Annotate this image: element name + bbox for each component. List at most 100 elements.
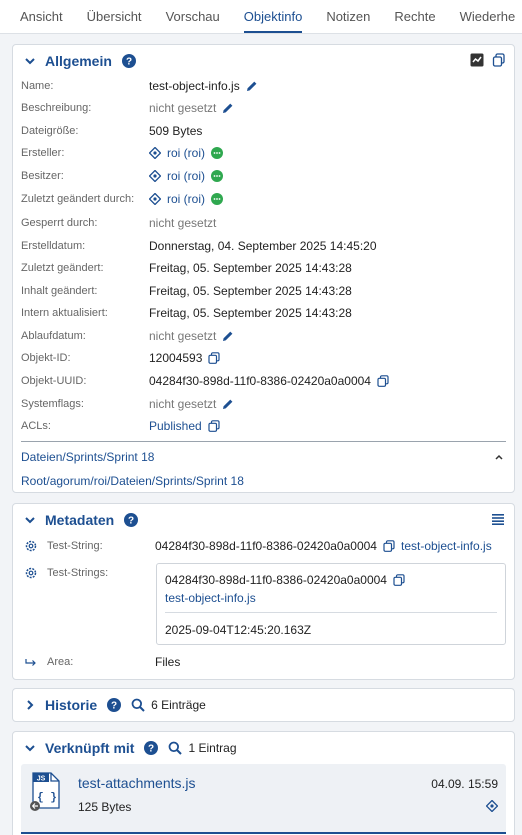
label-test-string: Test-String:	[47, 540, 103, 552]
file-icon: JS { }	[29, 772, 63, 812]
linked-item[interactable]: JS { } test-attachments.js 04.09. 15:59 …	[21, 764, 506, 834]
tab-rechte[interactable]: Rechte	[394, 9, 435, 33]
copy-icon[interactable]	[377, 375, 389, 387]
linked-panel: Verknüpft mit ? 1 Eintrag JS { } test-at…	[12, 731, 515, 835]
gear-icon	[25, 567, 37, 579]
breadcrumb-path: Dateien/Sprints/Sprint 18	[21, 450, 155, 464]
pencil-icon[interactable]	[222, 330, 234, 342]
label-area: Area:	[47, 656, 74, 668]
chevron-up-icon[interactable]	[493, 451, 505, 463]
tab-ansicht[interactable]: Ansicht	[20, 9, 63, 33]
test-strings-link[interactable]: test-object-info.js	[165, 591, 256, 605]
owner-text[interactable]: roi (roi)	[167, 169, 205, 183]
linked-item-name[interactable]: test-attachments.js	[78, 775, 196, 791]
svg-text:?: ?	[148, 744, 154, 755]
general-header: Allgemein ?	[13, 45, 514, 77]
chat-icon[interactable]	[211, 193, 223, 205]
test-string-link[interactable]: test-object-info.js	[401, 539, 492, 553]
search-icon[interactable]	[168, 741, 183, 755]
linked-item-date: 04.09. 15:59	[431, 777, 498, 791]
row-object-id: Objekt-ID: 12004593	[21, 347, 506, 369]
help-icon[interactable]: ?	[107, 698, 122, 712]
return-arrow-icon	[25, 656, 37, 668]
value-owner[interactable]: roi (roi)	[149, 169, 223, 183]
creator-text[interactable]: roi (roi)	[167, 146, 205, 160]
copy-icon[interactable]	[383, 540, 395, 552]
help-icon[interactable]: ?	[144, 741, 159, 755]
general-panel: Allgemein ? Name: test-object-info.js Be…	[12, 44, 515, 493]
copy-icon[interactable]	[492, 53, 506, 67]
label-object-id: Objekt-ID:	[21, 352, 71, 364]
history-count: 6 Einträge	[151, 698, 206, 712]
chevron-down-icon[interactable]	[23, 513, 37, 527]
path-segment[interactable]: Dateien	[110, 474, 151, 488]
copy-icon[interactable]	[208, 352, 220, 364]
history-header[interactable]: Historie ? 6 Einträge	[13, 689, 514, 721]
list-icon[interactable]	[492, 513, 504, 525]
svg-text:?: ?	[128, 516, 134, 527]
value-test-strings-date: 2025-09-04T12:45:20.163Z	[165, 623, 312, 637]
pencil-icon[interactable]	[222, 102, 234, 114]
path-segment[interactable]: Sprints	[155, 474, 192, 488]
metadata-row-test-string: Test-String: 04284f30-898d-11f0-8386-024…	[25, 538, 505, 554]
linked-header: Verknüpft mit ? 1 Eintrag	[13, 732, 514, 764]
pencil-icon[interactable]	[222, 398, 234, 410]
label-object-uuid: Objekt-UUID:	[21, 375, 87, 387]
tab-notizen[interactable]: Notizen	[326, 9, 370, 33]
user-link-icon[interactable]	[486, 800, 498, 812]
tab-uebersicht[interactable]: Übersicht	[87, 9, 142, 33]
row-owner: Besitzer: roi (roi)	[21, 165, 506, 187]
test-strings-value-row: 04284f30-898d-11f0-8386-02420a0a0004	[165, 573, 405, 587]
copy-icon[interactable]	[208, 420, 220, 432]
value-object-uuid: 04284f30-898d-11f0-8386-02420a0a0004	[149, 374, 389, 388]
path-segment[interactable]: Sprint 18	[106, 450, 154, 464]
metadata-title: Metadaten	[45, 512, 115, 528]
row-locked-by: Gesperrt durch: nicht gesetzt	[21, 212, 506, 234]
linked-count: 1 Eintrag	[188, 741, 237, 755]
value-expiry: nicht gesetzt	[149, 329, 234, 343]
chevron-down-icon[interactable]	[23, 741, 37, 755]
general-title: Allgemein	[45, 53, 112, 69]
pencil-icon[interactable]	[246, 80, 258, 92]
search-icon[interactable]	[131, 698, 145, 712]
chevron-down-icon[interactable]	[23, 54, 37, 68]
tab-bar: Ansicht Übersicht Vorschau Objektinfo No…	[0, 0, 522, 34]
path-segment[interactable]: Sprint 18	[196, 474, 244, 488]
tab-wiederherstellen[interactable]: Wiederhe	[460, 9, 516, 33]
acls-text[interactable]: Published	[149, 419, 202, 433]
tab-objektinfo[interactable]: Objektinfo	[243, 9, 302, 33]
label-content-modified: Inhalt geändert:	[21, 285, 98, 297]
value-name: test-object-info.js	[149, 79, 258, 93]
path-segment[interactable]: roi	[94, 474, 107, 488]
value-creator[interactable]: roi (roi)	[149, 146, 223, 160]
row-internal-updated: Intern aktualisiert: Freitag, 05. Septem…	[21, 302, 506, 324]
value-test-strings: 04284f30-898d-11f0-8386-02420a0a0004	[165, 573, 387, 587]
value-last-modified-by[interactable]: roi (roi)	[149, 192, 223, 206]
path-segment[interactable]: Dateien	[21, 450, 62, 464]
label-last-modified: Zuletzt geändert:	[21, 262, 104, 274]
chat-icon[interactable]	[211, 147, 223, 159]
tab-vorschau[interactable]: Vorschau	[166, 9, 220, 33]
svg-text:?: ?	[126, 57, 132, 68]
chevron-right-icon[interactable]	[23, 698, 37, 712]
last-modified-by-text[interactable]: roi (roi)	[167, 192, 205, 206]
linked-title: Verknüpft mit	[45, 740, 135, 756]
user-link-icon	[149, 170, 161, 182]
row-created-date: Erstelldatum: Donnerstag, 04. September …	[21, 235, 506, 257]
label-description: Beschreibung:	[21, 102, 92, 114]
help-icon[interactable]: ?	[124, 513, 139, 527]
metadata-header: Metadaten ?	[13, 504, 514, 536]
path-segment[interactable]: Sprints	[66, 450, 103, 464]
value-object-id: 12004593	[149, 351, 220, 365]
row-acls: ACLs: Published	[21, 415, 506, 437]
value-acls[interactable]: Published	[149, 419, 220, 433]
help-icon[interactable]: ?	[121, 54, 136, 68]
copy-icon[interactable]	[393, 574, 405, 586]
path-segment[interactable]: agorum	[50, 474, 91, 488]
chat-icon[interactable]	[211, 170, 223, 182]
path-segment[interactable]: Root	[21, 474, 46, 488]
chart-icon[interactable]	[470, 53, 484, 67]
row-filesize: Dateigröße: 509 Bytes	[21, 120, 506, 142]
label-creator: Ersteller:	[21, 147, 65, 159]
label-filesize: Dateigröße:	[21, 125, 79, 137]
